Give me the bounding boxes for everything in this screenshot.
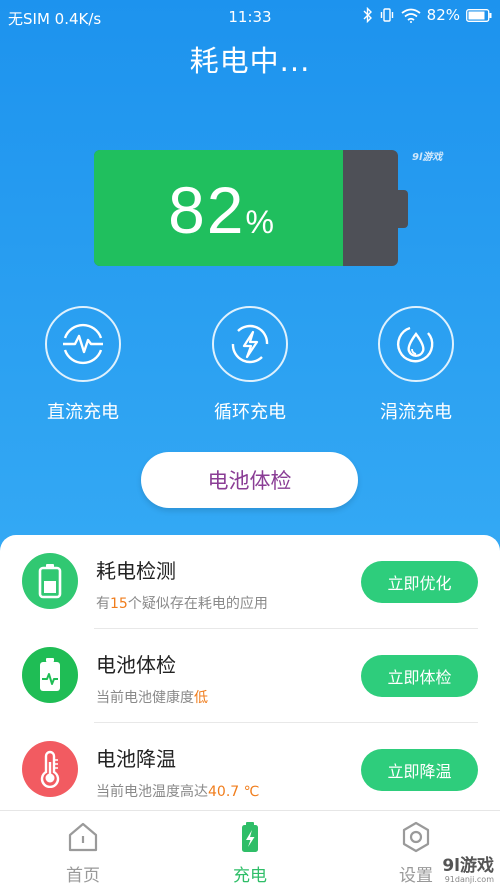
mode-label: 循环充电	[214, 402, 286, 423]
battery-check-button[interactable]: 电池体检	[141, 452, 358, 508]
subtitle-text: 个疑似存在耗电的应用	[127, 596, 268, 612]
subtitle-highlight: 15	[110, 596, 128, 612]
charge-icon	[242, 822, 258, 852]
cycle-charge-icon	[212, 306, 288, 382]
bluetooth-icon	[363, 7, 372, 23]
list-item-subtitle: 有15个疑似存在耗电的应用	[96, 593, 268, 613]
subtitle-highlight: 40.7 ℃	[208, 784, 260, 800]
tab-label: 首页	[66, 866, 100, 886]
list-item-cool-down: 电池降温 当前电池温度高达40.7 ℃ 立即降温	[0, 723, 500, 817]
list-item-title: 耗电检测	[96, 559, 176, 583]
battery-health-icon	[22, 647, 78, 703]
subtitle-text: 有	[96, 596, 110, 612]
battery-level-unit: %	[245, 204, 274, 240]
subtitle-text: 当前电池健康度	[96, 690, 194, 706]
battery-level-value: 82	[168, 173, 246, 247]
mode-trickle-charge[interactable]: 涓流充电	[356, 306, 476, 424]
battery-level-text: 82%	[94, 172, 348, 248]
mode-dc-charge[interactable]: 直流充电	[23, 306, 143, 424]
list-item-title: 电池体检	[96, 653, 176, 677]
tab-label: 充电	[233, 866, 267, 886]
page-title: 耗电中...	[189, 44, 311, 78]
cool-down-button[interactable]: 立即降温	[361, 749, 478, 791]
trickle-charge-icon	[378, 306, 454, 382]
status-bar: 无SIM 0.4K/s 11:33 82%	[0, 0, 500, 34]
vibrate-icon	[380, 8, 393, 22]
status-right: 82%	[363, 6, 492, 24]
tab-charge[interactable]: 充电	[200, 821, 300, 886]
subtitle-highlight: 低	[194, 690, 208, 706]
mode-label: 直流充电	[47, 402, 119, 423]
battery-body: 82%	[94, 150, 398, 266]
battery-cap	[398, 190, 408, 228]
watermark-url: 91danji.com	[444, 875, 494, 884]
list-item-subtitle: 当前电池健康度低	[96, 687, 208, 707]
watermark-bottom: 9l游戏 91danji.com	[442, 858, 494, 884]
optimize-button[interactable]: 立即优化	[361, 561, 478, 603]
subtitle-text: 当前电池温度高达	[96, 784, 208, 800]
feature-list: 耗电检测 有15个疑似存在耗电的应用 立即优化 电池体检 当前电池健康度低 立即…	[0, 535, 500, 835]
battery-percent-status: 82%	[426, 6, 460, 24]
thermometer-icon	[22, 741, 78, 797]
tab-home[interactable]: 首页	[33, 821, 133, 886]
watermark-main: 9l游戏	[442, 856, 494, 876]
wifi-icon	[401, 8, 421, 23]
home-icon	[68, 822, 98, 852]
battery-gauge: 82%	[94, 150, 408, 266]
settings-icon	[402, 821, 430, 853]
check-now-button[interactable]: 立即体检	[361, 655, 478, 697]
header-area: 无SIM 0.4K/s 11:33 82% 耗电中... 9l游戏 82% 直流…	[0, 0, 500, 560]
dc-charge-icon	[45, 306, 121, 382]
battery-drain-icon	[22, 553, 78, 609]
mode-cycle-charge[interactable]: 循环充电	[190, 306, 310, 424]
list-item-battery-check: 电池体检 当前电池健康度低 立即体检	[0, 629, 500, 723]
list-item-subtitle: 当前电池温度高达40.7 ℃	[96, 781, 259, 801]
watermark-logo: 9l游戏	[412, 152, 443, 163]
mode-label: 涓流充电	[380, 402, 452, 423]
tab-bar: 首页 充电 设置 9l游戏 91danji.com	[0, 810, 500, 888]
list-item-drain-detect: 耗电检测 有15个疑似存在耗电的应用 立即优化	[0, 535, 500, 629]
battery-status-icon	[466, 8, 492, 22]
list-item-title: 电池降温	[96, 747, 176, 771]
